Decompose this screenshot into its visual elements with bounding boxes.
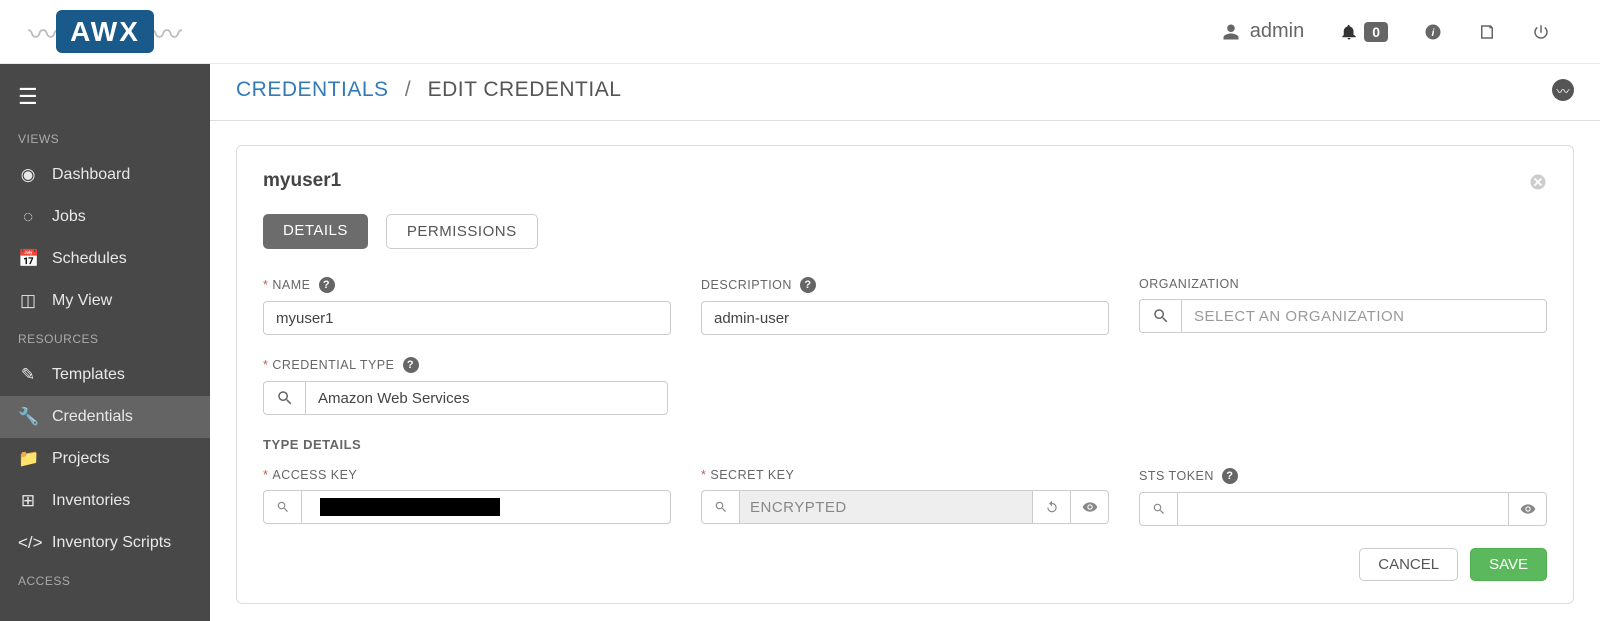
- search-icon: [276, 500, 290, 514]
- breadcrumb-root[interactable]: CREDENTIALS: [236, 78, 389, 101]
- sidebar-item-credentials[interactable]: 🔧 Credentials: [0, 396, 210, 438]
- sidebar: ☰ VIEWS ◉ Dashboard ◌ Jobs 📅 Schedules ◫ My …: [0, 64, 210, 621]
- awx-logo[interactable]: 〰 AWX 〰: [56, 16, 154, 48]
- pencil-icon: ✎: [18, 365, 38, 385]
- breadcrumb-row: CREDENTIALS / EDIT CREDENTIAL 〰: [210, 64, 1600, 121]
- name-input[interactable]: [263, 301, 671, 335]
- edit-credential-panel: myuser1 DETAILS PERMISSIONS *NAME? DESCR…: [236, 145, 1574, 604]
- redacted-value: [320, 498, 500, 516]
- wing-left-icon: 〰: [28, 10, 58, 54]
- logo-area: 〰 AWX 〰: [0, 0, 210, 64]
- credential-type-input[interactable]: [305, 381, 668, 415]
- type-details-header: TYPE DETAILS: [263, 437, 1547, 452]
- undo-icon: [1045, 500, 1059, 514]
- tab-details[interactable]: DETAILS: [263, 214, 368, 249]
- sidebar-item-dashboard[interactable]: ◉ Dashboard: [0, 154, 210, 196]
- cancel-button[interactable]: CANCEL: [1359, 548, 1458, 581]
- eye-icon: [1520, 501, 1536, 517]
- sidebar-label: Jobs: [52, 208, 86, 226]
- key-icon: 🔧: [18, 407, 38, 427]
- search-icon: [714, 500, 728, 514]
- organization-input[interactable]: [1181, 299, 1547, 333]
- tab-permissions[interactable]: PERMISSIONS: [386, 214, 538, 249]
- org-lookup-button[interactable]: [1139, 299, 1181, 333]
- top-bar: 〰 AWX 〰 admin 0 i: [0, 0, 1600, 64]
- sitemap-icon: ⊞: [18, 491, 38, 511]
- help-icon[interactable]: ?: [319, 277, 335, 293]
- jobs-icon: ◌: [18, 207, 38, 227]
- sidebar-label: Inventories: [52, 492, 130, 510]
- current-user[interactable]: admin: [1222, 20, 1304, 43]
- sidebar-toggle[interactable]: ☰: [0, 78, 210, 122]
- sidebar-item-templates[interactable]: ✎ Templates: [0, 354, 210, 396]
- access-key-search[interactable]: [263, 490, 301, 524]
- tabs: DETAILS PERMISSIONS: [263, 214, 1547, 249]
- breadcrumb: CREDENTIALS / EDIT CREDENTIAL: [236, 78, 621, 102]
- section-views: VIEWS: [0, 122, 210, 154]
- dashboard-icon: ◉: [18, 165, 38, 185]
- label-access-key: *ACCESS KEY: [263, 468, 671, 482]
- code-icon: </>: [18, 533, 38, 553]
- sidebar-label: Projects: [52, 450, 110, 468]
- sidebar-item-projects[interactable]: 📁 Projects: [0, 438, 210, 480]
- label-secret-key: *SECRET KEY: [701, 468, 1109, 482]
- help-icon[interactable]: ?: [800, 277, 816, 293]
- label-sts-token: STS TOKEN?: [1139, 468, 1547, 484]
- revert-button[interactable]: [1033, 490, 1071, 524]
- secret-key-search[interactable]: [701, 490, 739, 524]
- sidebar-item-jobs[interactable]: ◌ Jobs: [0, 196, 210, 238]
- username-label: admin: [1250, 20, 1304, 43]
- label-credtype: *CREDENTIAL TYPE?: [263, 357, 668, 373]
- sidebar-item-inventory-scripts[interactable]: </> Inventory Scripts: [0, 522, 210, 564]
- notif-count: 0: [1364, 22, 1388, 42]
- sidebar-item-schedules[interactable]: 📅 Schedules: [0, 238, 210, 280]
- label-description: DESCRIPTION?: [701, 277, 1109, 293]
- reveal-button[interactable]: [1071, 490, 1109, 524]
- section-resources: RESOURCES: [0, 322, 210, 354]
- section-access: ACCESS: [0, 564, 210, 596]
- sts-token-input[interactable]: [1177, 492, 1509, 526]
- sidebar-item-inventories[interactable]: ⊞ Inventories: [0, 480, 210, 522]
- user-icon: [1222, 23, 1240, 41]
- description-input[interactable]: [701, 301, 1109, 335]
- docs-icon[interactable]: [1478, 20, 1496, 43]
- breadcrumb-sep: /: [405, 78, 411, 101]
- activity-stream-icon[interactable]: 〰: [1552, 79, 1574, 101]
- close-icon[interactable]: [1529, 168, 1547, 194]
- search-icon: [1152, 502, 1166, 516]
- book-icon: ◫: [18, 291, 38, 311]
- bell-icon: [1340, 23, 1358, 41]
- search-icon: [1152, 307, 1170, 325]
- calendar-icon: 📅: [18, 249, 38, 269]
- notifications[interactable]: 0: [1340, 22, 1388, 42]
- sidebar-label: Dashboard: [52, 166, 130, 184]
- content-area: CREDENTIALS / EDIT CREDENTIAL 〰 myuser1 …: [210, 64, 1600, 621]
- logo-text: AWX: [56, 10, 154, 53]
- help-icon[interactable]: ?: [1222, 468, 1238, 484]
- help-icon[interactable]: ?: [403, 357, 419, 373]
- label-name: *NAME?: [263, 277, 671, 293]
- sts-search[interactable]: [1139, 492, 1177, 526]
- sidebar-label: Credentials: [52, 408, 133, 426]
- search-icon: [276, 389, 294, 407]
- sts-reveal-button[interactable]: [1509, 492, 1547, 526]
- breadcrumb-current: EDIT CREDENTIAL: [428, 78, 622, 101]
- access-key-input[interactable]: [301, 490, 671, 524]
- panel-title: myuser1: [263, 170, 341, 192]
- label-organization: ORGANIZATION: [1139, 277, 1547, 291]
- sidebar-label: Inventory Scripts: [52, 534, 171, 552]
- power-icon[interactable]: [1532, 20, 1550, 43]
- sidebar-item-myview[interactable]: ◫ My View: [0, 280, 210, 322]
- info-icon[interactable]: i: [1424, 20, 1442, 43]
- folder-icon: 📁: [18, 449, 38, 469]
- credtype-lookup-button[interactable]: [263, 381, 305, 415]
- eye-icon: [1082, 499, 1098, 515]
- top-right-controls: admin 0 i: [1222, 20, 1600, 43]
- sidebar-label: Schedules: [52, 250, 127, 268]
- secret-key-input: [739, 490, 1033, 524]
- save-button[interactable]: SAVE: [1470, 548, 1547, 581]
- sidebar-label: Templates: [52, 366, 125, 384]
- wing-right-icon: 〰: [152, 10, 182, 54]
- sidebar-label: My View: [52, 292, 112, 310]
